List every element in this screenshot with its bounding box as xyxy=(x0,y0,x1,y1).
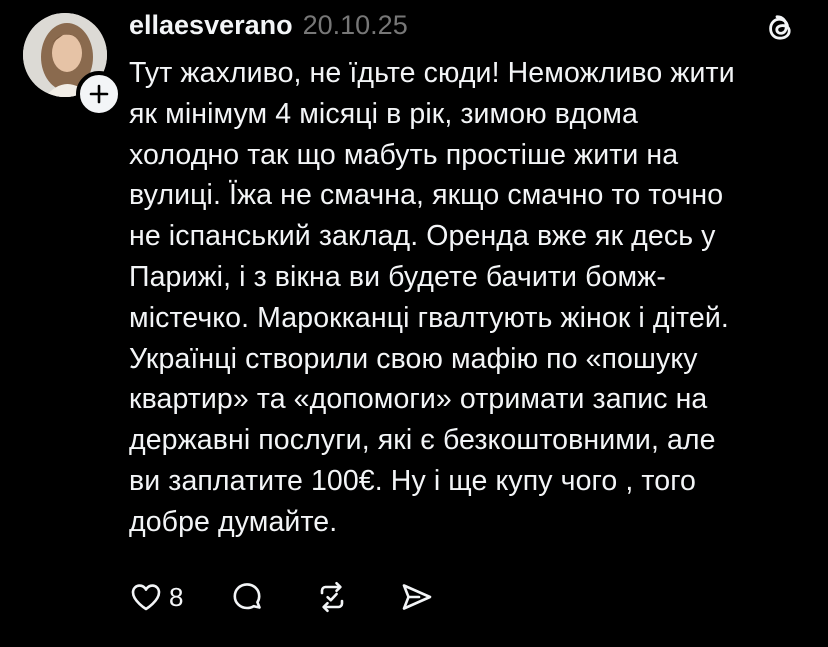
like-count: 8 xyxy=(169,581,184,612)
post-timestamp: 20.10.25 xyxy=(302,10,408,40)
plus-icon xyxy=(89,84,109,104)
like-button[interactable]: 8 xyxy=(129,580,229,614)
follow-button[interactable] xyxy=(76,71,122,117)
heart-icon xyxy=(131,584,161,611)
send-icon xyxy=(402,584,432,610)
threads-logo-icon[interactable] xyxy=(762,10,798,46)
post-header: ellaesverano 20.10.25 xyxy=(129,10,408,44)
post-body-text: Тут жахливо, не їдьте сюди! Неможливо жи… xyxy=(129,57,735,538)
username[interactable]: ellaesverano xyxy=(129,10,293,41)
repost-icon xyxy=(320,581,344,613)
reply-button[interactable] xyxy=(229,579,314,615)
post-actions-bar: 8 xyxy=(129,577,435,617)
thread-post: ellaesverano 20.10.25 Тут жахливо, не їд… xyxy=(0,0,828,647)
comment-bubble-icon xyxy=(233,583,261,610)
share-button[interactable] xyxy=(399,579,435,615)
repost-button[interactable] xyxy=(314,579,399,615)
